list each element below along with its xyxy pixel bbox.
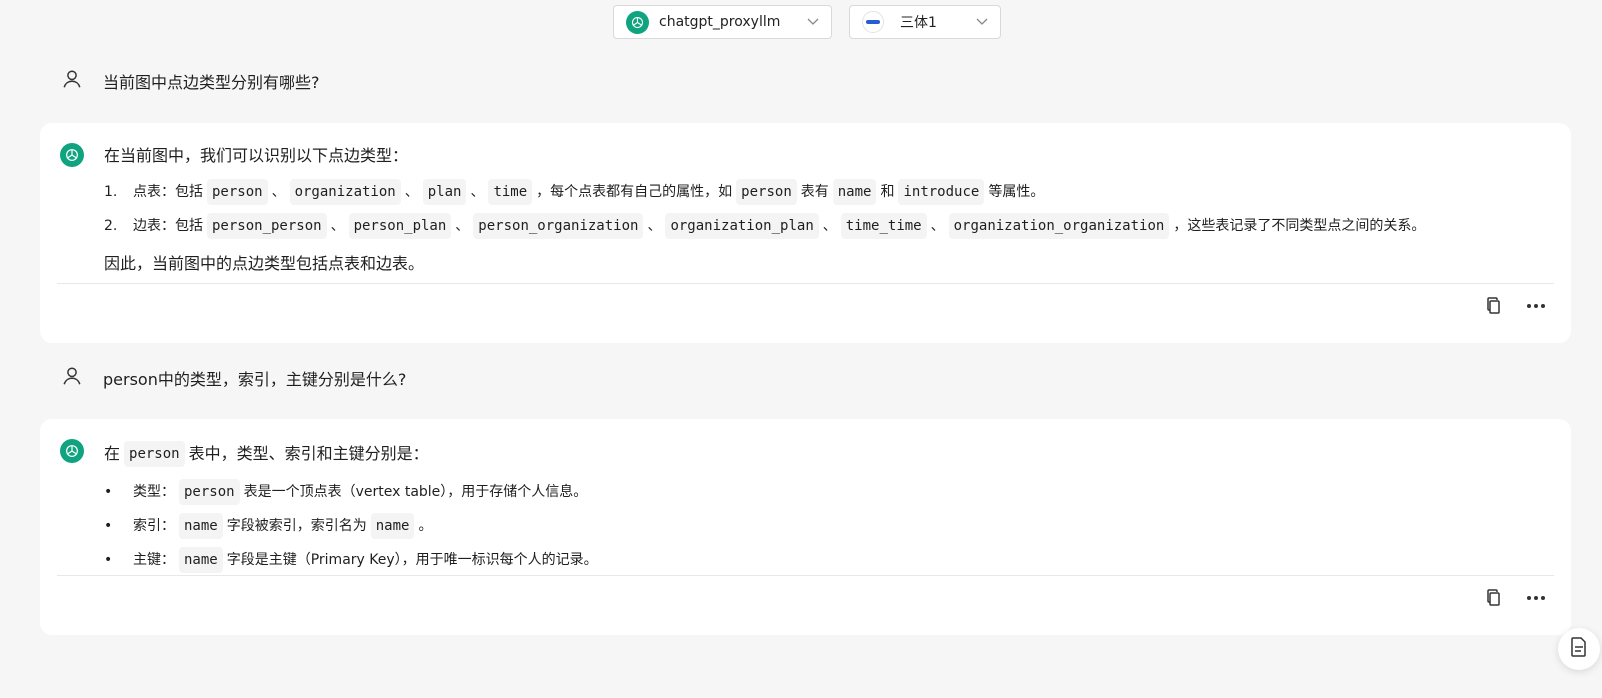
- text-segment: 、: [330, 218, 345, 234]
- list-marker: 2.: [104, 218, 118, 234]
- text-segment: 。: [418, 518, 433, 534]
- text-segment: 、: [404, 184, 419, 200]
- text-segment: 、: [470, 184, 485, 200]
- openai-logo-icon: [626, 10, 649, 34]
- inline-code: organization_plan: [665, 213, 819, 239]
- answer-lead: 在 person 表中，类型、索引和主键分别是：: [104, 441, 1551, 467]
- user-message-text: person中的类型，索引，主键分别是什么?: [103, 370, 407, 389]
- answer-list: 1. 点表：包括 person、 organization、 plan、 time ，每个点…: [104, 179, 1551, 239]
- list-marker: •: [104, 518, 113, 534]
- text-segment: 表有: [800, 184, 829, 200]
- assistant-avatar-icon: [60, 439, 84, 463]
- graph-db-logo-icon: [862, 11, 884, 33]
- list-item: 1. 点表：包括 person、 organization、 plan、 time ，每个点…: [104, 179, 1551, 205]
- inline-code: person: [124, 441, 185, 467]
- inline-code: name: [370, 513, 415, 539]
- text-segment: 字段被索引，索引名为: [226, 518, 367, 534]
- text-segment: ，这些表记录了不同类型点之间的关系。: [1173, 218, 1426, 234]
- message-actions: [1483, 587, 1547, 609]
- copy-icon[interactable]: [1483, 295, 1505, 317]
- list-item: • 索引： name 字段被索引，索引名为 name。: [104, 513, 1551, 539]
- divider: [57, 575, 1554, 576]
- answer-lead: 在当前图中，我们可以识别以下点边类型：: [104, 146, 409, 165]
- user-message: 当前图中点边类型分别有哪些?: [0, 66, 1602, 96]
- assistant-message-content: 在当前图中，我们可以识别以下点边类型： 1. 点表：包括 person、 organi…: [104, 145, 1551, 275]
- text-segment: 、: [455, 218, 470, 234]
- inline-code: person_organization: [473, 213, 644, 239]
- inline-code: name: [832, 179, 877, 205]
- assistant-message-content: 在 person 表中，类型、索引和主键分别是： • 类型： person 表是一个顶点表…: [104, 441, 1551, 573]
- inline-code: person: [207, 179, 268, 205]
- document-button[interactable]: [1558, 628, 1600, 670]
- chevron-down-icon: [976, 16, 988, 28]
- top-toolbar: chatgpt_proxyllm 三体1: [0, 5, 1602, 45]
- text-segment: 、: [930, 218, 945, 234]
- inline-code: name: [179, 513, 223, 539]
- text-segment: 索引：: [133, 518, 175, 534]
- text-segment: 边表：包括: [133, 218, 203, 234]
- inline-code: time: [488, 179, 533, 205]
- inline-code: name: [179, 547, 223, 573]
- text-segment: 和: [880, 184, 895, 200]
- divider: [57, 283, 1554, 284]
- inline-code: plan: [422, 179, 467, 205]
- inline-code: introduce: [898, 179, 985, 205]
- text-segment: 主键：: [133, 552, 175, 568]
- text-segment: 、: [271, 184, 286, 200]
- text-segment: 字段是主键（Primary Key），用于唯一标识每个人的记录。: [226, 552, 598, 568]
- graph-select-value: 三体1: [900, 15, 937, 31]
- user-message: person中的类型，索引，主键分别是什么?: [0, 363, 1602, 393]
- more-horizontal-icon[interactable]: [1525, 295, 1547, 317]
- inline-code: time_time: [840, 213, 927, 239]
- user-avatar-icon: [61, 68, 83, 90]
- assistant-avatar-icon: [60, 143, 84, 167]
- text-segment: 表是一个顶点表（vertex table），用于存储个人信息。: [243, 484, 588, 500]
- model-select-value: chatgpt_proxyllm: [659, 14, 781, 30]
- inline-code: person: [179, 479, 240, 505]
- inline-code: person: [736, 179, 797, 205]
- assistant-message: 在当前图中，我们可以识别以下点边类型： 1. 点表：包括 person、 organi…: [40, 123, 1571, 343]
- list-marker: •: [104, 484, 113, 500]
- inline-code: organization: [289, 179, 401, 205]
- user-avatar-icon: [61, 365, 83, 387]
- text-segment: 表中，类型、索引和主键分别是：: [188, 444, 429, 463]
- user-message-text: 当前图中点边类型分别有哪些?: [103, 73, 320, 92]
- chevron-down-icon: [807, 16, 819, 28]
- answer-conclusion: 因此，当前图中的点边类型包括点表和边表。: [104, 254, 425, 273]
- inline-code: person_plan: [348, 213, 452, 239]
- text-segment: 等属性。: [988, 184, 1045, 200]
- copy-icon[interactable]: [1483, 587, 1505, 609]
- list-marker: •: [104, 552, 113, 568]
- text-segment: 、: [822, 218, 837, 234]
- answer-list: • 类型： person 表是一个顶点表（vertex table），用于存储个人信息…: [104, 479, 1551, 573]
- text-segment: 、: [647, 218, 662, 234]
- more-horizontal-icon[interactable]: [1525, 587, 1547, 609]
- inline-code: organization_organization: [948, 213, 1170, 239]
- text-segment: ，每个点表都有自己的属性，如: [536, 184, 733, 200]
- text-segment: 点表：包括: [133, 184, 203, 200]
- assistant-message: 在 person 表中，类型、索引和主键分别是： • 类型： person 表是一个顶点表…: [40, 419, 1571, 635]
- document-icon: [1570, 637, 1588, 661]
- text-segment: 类型：: [133, 484, 175, 500]
- list-item: • 类型： person 表是一个顶点表（vertex table），用于存储个人信息…: [104, 479, 1551, 505]
- list-item: 2. 边表：包括 person_person、 person_plan、 person_…: [104, 213, 1551, 239]
- graph-select[interactable]: 三体1: [849, 5, 1001, 39]
- model-select[interactable]: chatgpt_proxyllm: [613, 5, 832, 39]
- list-item: • 主键： name 字段是主键（Primary Key），用于唯一标识每个人的记录。: [104, 547, 1551, 573]
- message-actions: [1483, 295, 1547, 317]
- inline-code: person_person: [207, 213, 327, 239]
- text-segment: 在: [104, 444, 121, 463]
- list-marker: 1.: [104, 184, 118, 200]
